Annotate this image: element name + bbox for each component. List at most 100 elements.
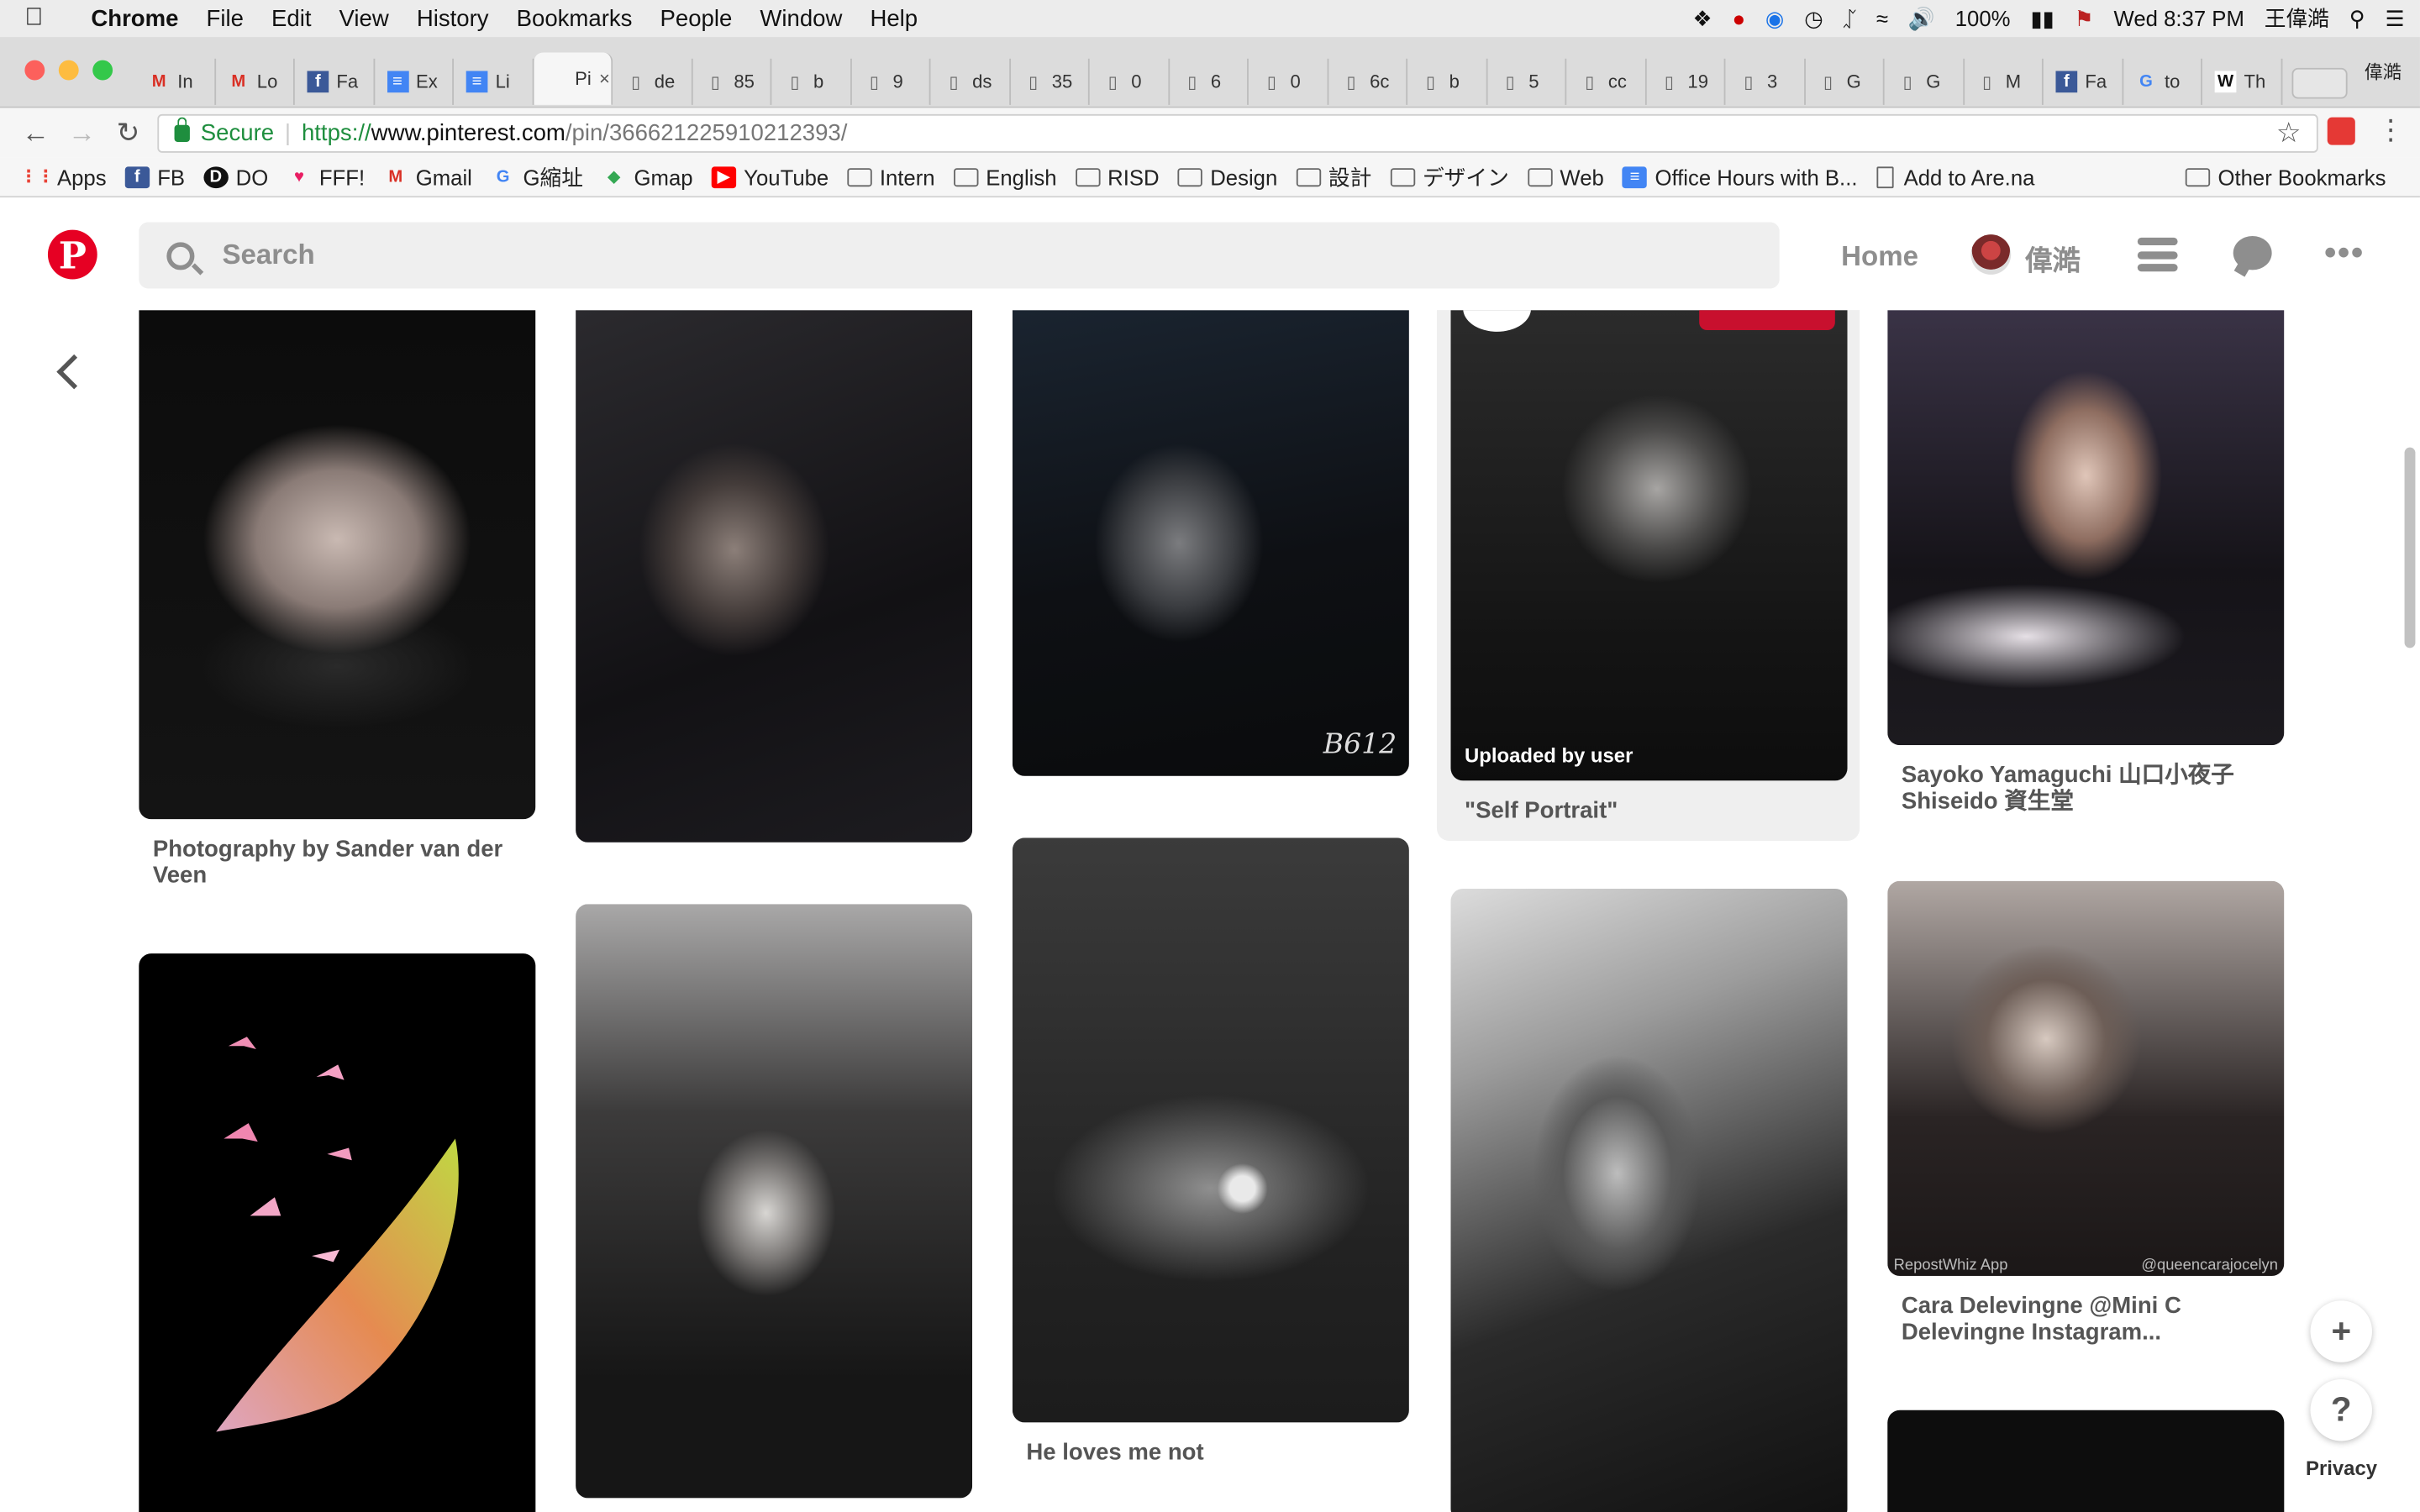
reload-icon[interactable]: ↻ [105,117,151,150]
tab-1[interactable]: M Lo [215,58,295,105]
battery-icon[interactable]: ▮▮ [2030,5,2054,31]
tab-11[interactable]: ▯ 35 [1010,58,1090,105]
bookmark-0[interactable]: ⋮⋮ Apps [20,165,107,189]
bookmark-1[interactable]: f FB [124,165,185,189]
menu-file[interactable]: File [192,5,257,31]
pin-caption[interactable]: Sayoko Yamaguchi 山口小夜子 Shiseido 資生堂 [1902,762,2270,814]
bookmark-11[interactable]: Design [1177,165,1277,189]
avatar[interactable] [1970,234,2012,275]
pin-image[interactable] [139,953,536,1512]
secure-label[interactable]: Secure [201,120,274,146]
bookmark-7[interactable]: ▶ YouTube [711,165,829,189]
tab-13[interactable]: ▯ 6 [1169,58,1249,105]
tab-5[interactable]: Pi × [533,52,613,105]
tab-2[interactable]: f Fa [295,58,375,105]
pin-image[interactable] [1887,310,2285,746]
pin-card[interactable]: Uploaded by user "Self Portrait" [1450,310,1848,824]
menu-bookmarks[interactable]: Bookmarks [502,5,646,31]
bookmark-3[interactable]: ♥ FFF! [287,165,365,189]
chrome-menu-icon[interactable]: ⋮ [2377,114,2405,147]
tab-16[interactable]: ▯ b [1407,58,1487,105]
dropbox-icon[interactable]: ❖ [1693,5,1712,31]
bookmark-10[interactable]: RISD [1075,165,1160,189]
tab-23[interactable]: ▯ M [1964,58,2044,105]
search-bar[interactable] [139,222,1780,289]
tab-10[interactable]: ▯ ds [931,58,1011,105]
tab-20[interactable]: ▯ 3 [1725,58,1806,105]
pin-card[interactable] [139,953,536,1512]
tab-0[interactable]: M In [136,58,216,105]
pin-image[interactable]: Uploaded by user [1450,310,1848,781]
pin-image[interactable] [1450,888,1848,1512]
bookmark-14[interactable]: Web [1527,165,1604,189]
privacy-link[interactable]: Privacy [2306,1457,2377,1480]
close-tab-icon[interactable]: × [599,68,610,90]
scrollbar[interactable] [2404,447,2416,648]
tab-12[interactable]: ▯ 0 [1090,58,1170,105]
select-pin-button[interactable] [1463,310,1532,332]
menu-icon[interactable] [2137,237,2178,272]
bookmark-12[interactable]: 設計 [1296,161,1371,192]
tab-8[interactable]: ▯ b [771,58,851,105]
pin-card[interactable] [1450,888,1848,1512]
flag-icon[interactable]: ⚑ [2075,5,2094,31]
tab-21[interactable]: ▯ G [1805,58,1885,105]
menu-history[interactable]: History [402,5,502,31]
bookmark-6[interactable]: ◆ Gmap [602,165,693,189]
bookmark-16[interactable]: Add to Are.na [1876,165,2034,189]
messages-icon[interactable] [2233,236,2272,270]
time-machine-icon[interactable]: ◷ [1804,5,1823,31]
menu-app-name[interactable]: Chrome [68,5,192,31]
tab-9[interactable]: ▯ 9 [851,58,931,105]
pin-image[interactable]: B612 [1012,310,1409,776]
pin-image[interactable] [139,310,536,820]
bookmark-star-icon[interactable]: ☆ [2276,118,2302,150]
menu-people[interactable]: People [646,5,746,31]
pin-card[interactable]: Photography by Sander van der Veen [139,310,536,889]
pin-card[interactable]: B612 [1012,310,1409,776]
profile-link[interactable]: 偉澔 [2025,239,2081,280]
tab-19[interactable]: ▯ 19 [1646,58,1726,105]
user-name[interactable]: 王偉澔 [2265,3,2329,34]
search-input[interactable] [222,239,1612,272]
other-bookmarks[interactable]: Other Bookmarks [2185,165,2386,189]
extension-icon[interactable] [2327,117,2355,145]
tab-14[interactable]: ▯ 0 [1249,58,1328,105]
tab-25[interactable]: Gto [2123,58,2202,105]
bookmark-5[interactable]: G G縮址 [491,161,583,192]
pin-image[interactable] [576,904,973,1499]
zoom-window-button[interactable] [92,60,113,81]
bookmark-9[interactable]: English [953,165,1057,189]
creative-cloud-icon[interactable]: ● [1732,6,1745,30]
bluetooth-icon[interactable]: ᛢ [1844,6,1856,30]
spotlight-icon[interactable]: ⚲ [2349,5,2365,31]
pin-image[interactable] [1012,837,1409,1423]
tab-3[interactable]: ≡ Ex [374,58,454,105]
save-button[interactable] [1699,310,1835,331]
wifi-icon[interactable]: ≈ [1876,6,1888,30]
tab-18[interactable]: ▯ cc [1566,58,1646,105]
pin-card[interactable] [1887,1410,2285,1512]
menu-help[interactable]: Help [856,5,932,31]
tab-24[interactable]: f Fa [2044,58,2123,105]
bookmark-2[interactable]: D DO [203,165,268,189]
back-icon[interactable]: ← [13,117,59,150]
close-window-button[interactable] [24,60,45,81]
pinterest-logo-icon[interactable]: P [47,229,97,280]
minimize-window-button[interactable] [58,60,79,81]
profile-name[interactable]: 偉澔 [2365,59,2402,85]
pin-image[interactable] [1887,1410,2285,1512]
shazam-icon[interactable]: ◉ [1765,5,1784,31]
forward-icon[interactable]: → [59,117,105,150]
volume-icon[interactable]: 🔊 [1908,5,1935,31]
new-tab-button[interactable] [2291,67,2347,99]
pin-card[interactable]: RepostWhiz App @queencarajocelyn Cara De… [1887,880,2285,1346]
datetime[interactable]: Wed 8:37 PM [2114,6,2244,30]
pin-caption[interactable]: He loves me not [1026,1440,1395,1466]
pin-caption[interactable]: Photography by Sander van der Veen [153,836,522,888]
menu-view[interactable]: View [325,5,402,31]
pin-caption[interactable]: "Self Portrait" [1465,798,1833,824]
home-link[interactable]: Home [1841,241,1918,274]
pin-card[interactable] [576,904,973,1499]
plus-button[interactable]: + [2310,1300,2373,1362]
